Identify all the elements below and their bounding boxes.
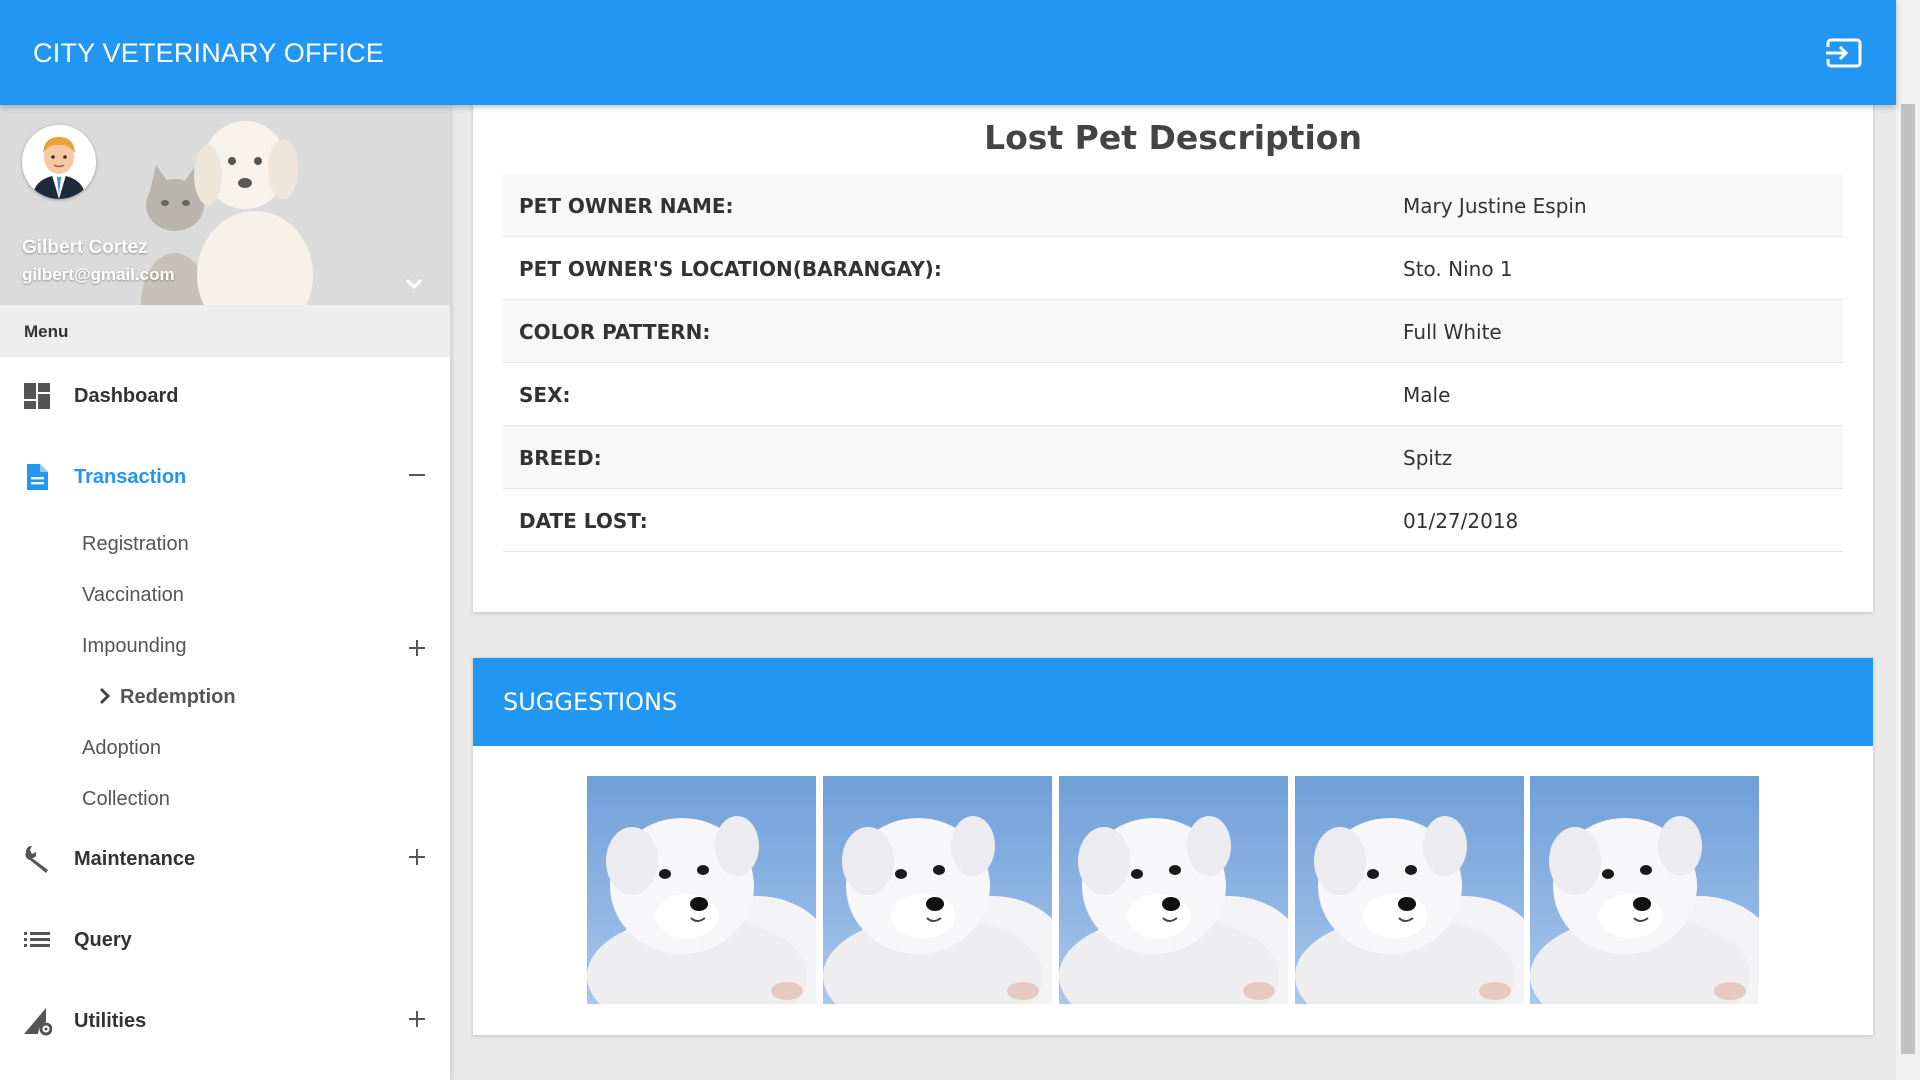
expand-icon[interactable] [406, 637, 428, 659]
page-scrollbar[interactable] [1896, 0, 1920, 1080]
avatar[interactable] [22, 125, 96, 199]
sidebar-item-transaction[interactable]: Transaction [0, 446, 450, 506]
list-icon [22, 925, 52, 955]
suggestions-card: SUGGESTIONS [473, 658, 1873, 1035]
detail-value: Male [1403, 383, 1451, 407]
sidebar: Gilbert Cortez gilbert@gmail.com Menu Da… [0, 105, 450, 1080]
chevron-down-icon[interactable] [404, 277, 424, 291]
detail-value: Mary Justine Espin [1403, 194, 1587, 218]
sidebar-subitem-adoption[interactable]: Adoption [82, 737, 422, 767]
detail-value: Full White [1403, 320, 1502, 344]
menu-header-label: Menu [24, 322, 69, 341]
sidebar-item-label: Maintenance [74, 848, 196, 870]
sidebar-item-dashboard[interactable]: Dashboard [0, 365, 450, 425]
suggestion-dog-photo[interactable] [1295, 776, 1524, 1004]
sidebar-subitem-label: Vaccination [82, 584, 184, 606]
settings-triangle-icon [22, 1006, 53, 1036]
detail-row-color-pattern: COLOR PATTERN: Full White [503, 300, 1843, 363]
suggestion-dog-photo[interactable] [1530, 776, 1759, 1004]
collapse-icon[interactable] [406, 464, 428, 486]
expand-icon[interactable] [406, 846, 428, 868]
app-title: CITY VETERINARY OFFICE [33, 38, 384, 68]
detail-label: DATE LOST: [519, 509, 648, 533]
suggestion-dog-photo[interactable] [1059, 776, 1288, 1004]
expand-icon[interactable] [406, 1008, 428, 1030]
sidebar-subitem-label: Collection [82, 788, 170, 810]
sidebar-subitem-label: Registration [82, 533, 189, 555]
user-name: Gilbert Cortez [22, 237, 148, 258]
sidebar-item-utilities[interactable]: Utilities [0, 990, 450, 1050]
sidebar-subitem-vaccination[interactable]: Vaccination [82, 584, 422, 614]
suggestion-dog-photo[interactable] [587, 776, 816, 1004]
sidebar-item-label: Query [74, 929, 132, 951]
chevron-right-icon [98, 687, 112, 705]
scrollbar-thumb[interactable] [1901, 104, 1915, 1054]
document-icon [22, 462, 52, 492]
detail-label: SEX: [519, 383, 571, 407]
suggestion-dog-photo[interactable] [823, 776, 1052, 1004]
suggestions-header: SUGGESTIONS [473, 658, 1873, 746]
detail-label: PET OWNER'S LOCATION(BARANGAY): [519, 257, 942, 281]
user-email: gilbert@gmail.com [22, 265, 175, 284]
detail-value: Spitz [1403, 446, 1453, 470]
sidebar-subitem-registration[interactable]: Registration [82, 533, 422, 563]
detail-row-breed: BREED: Spitz [503, 426, 1843, 489]
wrench-icon [22, 844, 52, 874]
sidebar-item-label: Utilities [74, 1010, 147, 1032]
detail-row-date-lost: DATE LOST: 01/27/2018 [503, 489, 1843, 552]
menu-header: Menu [0, 305, 450, 357]
detail-value: 01/27/2018 [1403, 509, 1519, 533]
sidebar-subitem-label: Redemption [120, 686, 236, 708]
detail-label: PET OWNER NAME: [519, 194, 734, 218]
detail-value: Sto. Nino 1 [1403, 257, 1513, 281]
detail-row-sex: SEX: Male [503, 363, 1843, 426]
detail-label: BREED: [519, 446, 602, 470]
user-info-panel: Gilbert Cortez gilbert@gmail.com [0, 105, 450, 305]
top-app-bar: CITY VETERINARY OFFICE [0, 0, 1896, 105]
detail-label: COLOR PATTERN: [519, 320, 711, 344]
sidebar-subitem-redemption[interactable]: Redemption [98, 686, 236, 709]
lost-pet-description-card: Lost Pet Description PET OWNER NAME: Mar… [473, 100, 1873, 612]
sidebar-item-maintenance[interactable]: Maintenance [0, 828, 450, 888]
sidebar-subitem-label: Adoption [82, 737, 161, 759]
card-title: Lost Pet Description [984, 118, 1362, 157]
sidebar-item-label: Transaction [74, 466, 187, 488]
sidebar-subitem-impounding[interactable]: Impounding [82, 635, 425, 665]
detail-row-owner-location: PET OWNER'S LOCATION(BARANGAY): Sto. Nin… [503, 237, 1843, 300]
dashboard-icon [22, 381, 52, 411]
sidebar-item-label: Dashboard [74, 385, 179, 407]
suggestions-title: SUGGESTIONS [503, 688, 678, 716]
sidebar-item-query[interactable]: Query [0, 909, 450, 969]
sidebar-subitem-collection[interactable]: Collection [82, 788, 422, 818]
detail-row-owner-name: PET OWNER NAME: Mary Justine Espin [503, 174, 1843, 237]
exit-to-app-icon[interactable] [1826, 38, 1862, 68]
sidebar-subitem-label: Impounding [82, 635, 187, 657]
